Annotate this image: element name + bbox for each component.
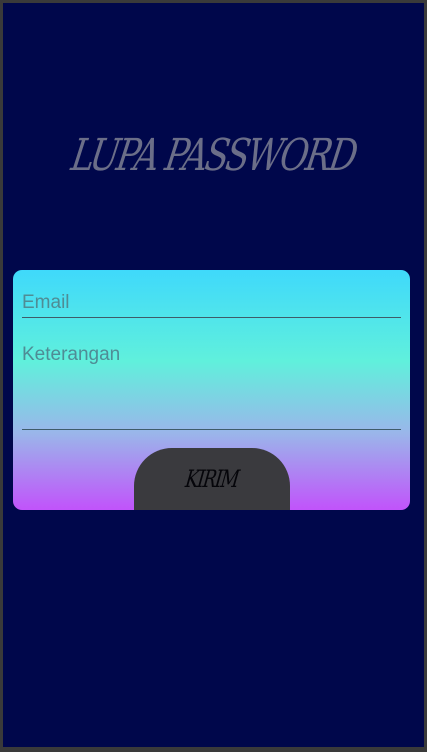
app-screen: LUPA PASSWORD KIRIM	[0, 0, 427, 752]
submit-button-label: KIRIM	[184, 465, 240, 493]
forgot-password-card: KIRIM	[13, 270, 410, 510]
submit-button[interactable]: KIRIM	[134, 448, 290, 510]
email-field[interactable]	[22, 289, 401, 318]
keterangan-field[interactable]	[22, 342, 401, 430]
page-title: LUPA PASSWORD	[67, 130, 360, 181]
